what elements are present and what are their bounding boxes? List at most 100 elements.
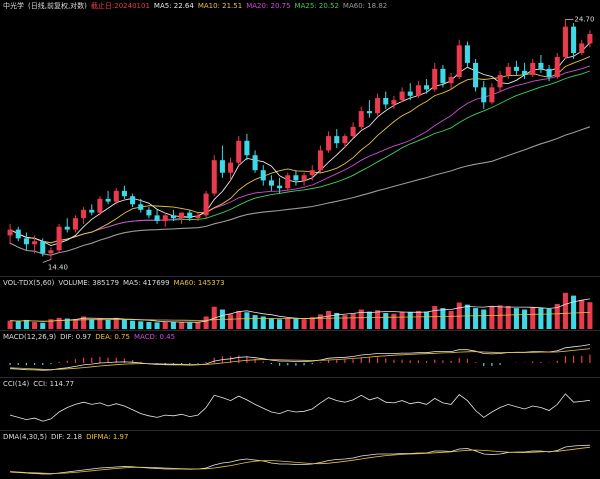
candle-body (554, 56, 560, 77)
price-panel[interactable]: 24.70 14.40 中光学 (日线,前复权,对数) 截止日:20240101 … (0, 0, 600, 276)
candlestick-chart[interactable]: 24.70 14.40 (0, 0, 600, 276)
candle-body (334, 136, 340, 144)
candle-body (473, 62, 479, 88)
candle-body (244, 140, 250, 156)
candle-body (375, 97, 381, 114)
candle-body (587, 34, 593, 44)
dma-dif-line (10, 444, 590, 475)
volume-bar (424, 311, 430, 329)
volume-bar (23, 319, 29, 329)
volume-bar (432, 306, 438, 329)
candle-body (432, 68, 438, 90)
candle-body (105, 198, 111, 202)
candle-body (440, 68, 446, 84)
volume-bar (32, 322, 38, 329)
volume-bar (97, 318, 103, 329)
candle-body (546, 68, 552, 77)
candle-body (317, 150, 323, 171)
volume-bar (179, 322, 185, 329)
volume-bar (530, 307, 536, 329)
ma5-line (9, 42, 591, 246)
dma-difma: DIFMA: 1.97 (86, 433, 129, 441)
candle-body (72, 218, 78, 230)
cci-title: CCI(14) (3, 380, 30, 388)
low-marker (42, 259, 52, 263)
volume-bar (407, 312, 413, 329)
candle-body (203, 193, 209, 216)
macd-value: MACD: 0.45 (133, 333, 176, 341)
candle-body (179, 212, 185, 219)
price-legend: 中光学 (日线,前复权,对数) 截止日:20240101 MA5: 22.64 … (3, 2, 387, 11)
dma-title: DMA(4,30,5) (3, 433, 47, 441)
candle-body (391, 100, 397, 105)
volume-bar (130, 320, 136, 329)
volume-bar (448, 310, 454, 329)
volume-bar (522, 309, 528, 329)
volume-bar (579, 299, 585, 329)
candle-body (309, 170, 315, 176)
ma10-label: MA10: 21.51 (197, 2, 243, 10)
ma5-label: MA5: 22.64 (153, 2, 194, 10)
candle-body (513, 66, 519, 71)
volume-title: VOL-TDX(5,60) (3, 279, 55, 287)
cci-panel[interactable]: CCI(14) CCI: 114.77 (0, 378, 600, 430)
candle-body (97, 198, 103, 213)
candle-body (407, 91, 413, 96)
volume-bar (366, 311, 372, 329)
candle-body (260, 170, 266, 181)
volume-bar (326, 310, 332, 329)
candle-body (285, 175, 291, 189)
candle-body (383, 97, 389, 105)
cci-line (9, 393, 590, 422)
dma-panel[interactable]: DMA(4,30,5) DIF: 2.18 DIFMA: 1.97 (0, 431, 600, 479)
candle-body (23, 238, 29, 245)
volume-bar (546, 308, 552, 329)
cci-chart[interactable] (0, 378, 600, 430)
dma-legend: DMA(4,30,5) DIF: 2.18 DIFMA: 1.97 (3, 433, 128, 442)
candle-body (130, 196, 136, 205)
volume-bar (146, 322, 152, 329)
ma20-line (9, 65, 591, 244)
volume-bar (236, 310, 242, 329)
ma20-label: MA20: 20.75 (246, 2, 291, 10)
volume-bar (464, 304, 470, 329)
volume-bar (415, 310, 421, 329)
macd-title: MACD(12,26,9) (3, 333, 57, 341)
candle-body (195, 215, 201, 219)
volume-bar (513, 308, 519, 329)
volume-bar (56, 317, 62, 329)
candle-body (366, 111, 372, 114)
candle-body (32, 241, 38, 245)
volume-bar (7, 320, 13, 329)
volume-bar (440, 308, 446, 329)
volume-bar (121, 319, 127, 329)
candle-body (252, 155, 258, 171)
cci-value: CCI: 114.77 (33, 380, 75, 388)
candle-body (277, 185, 283, 189)
macd-panel[interactable]: MACD(12,26,9) DIF: 0.97 DEA: 0.75 MACD: … (0, 331, 600, 377)
candle-body (154, 215, 160, 222)
volume-bar (105, 319, 111, 329)
candle-body (89, 209, 95, 213)
candle-body (40, 241, 46, 254)
candle-body (562, 26, 568, 57)
volume-bar (89, 319, 95, 329)
volume-bar (375, 310, 381, 329)
candle-body (162, 215, 168, 222)
candle-body (448, 76, 454, 84)
candle-body (481, 87, 487, 103)
volume-bar (244, 312, 250, 329)
candle-body (456, 45, 462, 77)
volume-bar (391, 313, 397, 329)
volume-bar (301, 319, 307, 329)
macd-dif: DIF: 0.97 (60, 333, 92, 341)
volume-bar (285, 317, 291, 329)
volume-legend: VOL-TDX(5,60) VOLUME: 385179 MA5: 417699… (3, 279, 225, 288)
volume-bar (571, 295, 577, 329)
candle-body (268, 180, 274, 186)
candle-body (489, 87, 495, 103)
volume-panel[interactable]: VOL-TDX(5,60) VOLUME: 385179 MA5: 417699… (0, 277, 600, 330)
volume-value: VOLUME: 385179 (58, 279, 119, 287)
candle-body (170, 215, 176, 219)
ma25-label: MA25: 20.52 (294, 2, 339, 10)
